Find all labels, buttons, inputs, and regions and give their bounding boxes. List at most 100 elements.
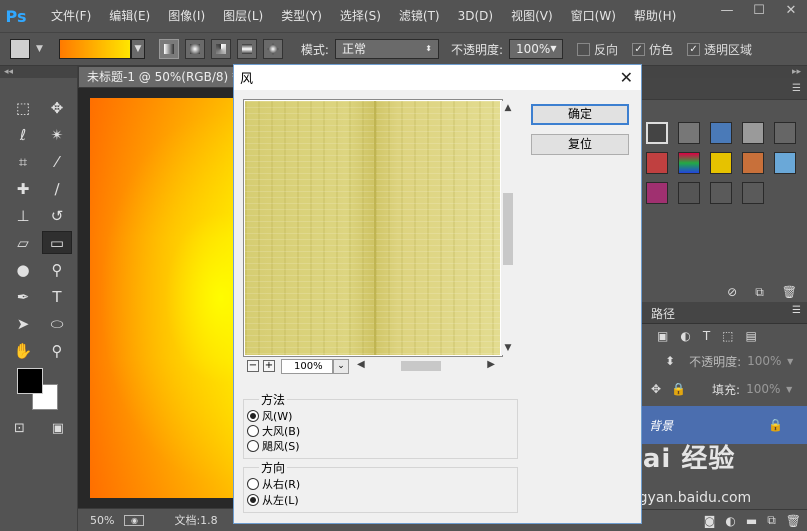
close-icon[interactable]: ✕ [620,68,633,87]
chevron-down-icon[interactable]: ⌄ [333,358,349,374]
chevron-left-icon[interactable]: ◀ [357,359,365,370]
transparency-checkbox[interactable]: ✓ [687,42,701,56]
angle-gradient-button[interactable] [210,39,231,59]
radio-from-right[interactable] [247,478,259,490]
layer-opacity-value[interactable]: 100% [747,354,787,368]
method-blast-option[interactable]: 大风(B) [247,423,300,439]
close-window-button[interactable]: ✕ [775,0,807,24]
path-selection-tool-icon[interactable]: ➤ [8,312,38,335]
brush-tool-icon[interactable]: ∕ [42,177,72,200]
status-info-icon[interactable]: ◉ [124,514,145,526]
style-swatch[interactable] [710,122,732,144]
type-tool-icon[interactable]: T [42,285,72,308]
lasso-tool-icon[interactable]: ℓ [8,123,38,146]
preview-zoom-value[interactable]: 100% [281,358,333,374]
gradient-tool-icon[interactable]: ▭ [42,231,72,254]
method-stagger-option[interactable]: 飓风(S) [247,438,300,454]
quick-mask-icon[interactable]: ⊡ [14,421,25,436]
radial-gradient-button[interactable] [184,39,205,59]
foreground-color-swatch[interactable] [17,368,43,394]
ok-button[interactable]: 确定 [531,104,629,125]
crop-tool-icon[interactable]: ⌗ [8,150,38,173]
radio-method-blast[interactable] [247,425,259,437]
menu-help[interactable]: 帮助(H) [625,0,685,32]
image-filter-icon[interactable]: ▣ [657,329,668,343]
style-swatch[interactable] [742,152,764,174]
fill-value[interactable]: 100% [746,382,786,396]
style-swatch[interactable] [742,182,764,204]
move-tool-icon[interactable]: ✥ [42,96,72,119]
panel-collapse-handle[interactable]: ▸▸ [641,66,807,78]
trash-icon[interactable]: 🗑 [782,285,797,299]
blur-tool-icon[interactable]: ● [8,258,38,281]
diamond-gradient-button[interactable] [262,39,283,59]
menu-select[interactable]: 选择(S) [331,0,390,32]
panel-menu-icon[interactable]: ☰ [792,83,801,94]
screen-mode-icon[interactable]: ▣ [52,421,64,436]
eyedropper-tool-icon[interactable]: ⁄ [42,150,72,173]
maximize-button[interactable]: ☐ [743,0,775,24]
panel-collapse-handle[interactable]: ◂◂ [0,66,77,78]
menu-layer[interactable]: 图层(L) [214,0,272,32]
zoom-in-button[interactable]: + [263,360,275,372]
history-brush-tool-icon[interactable]: ↺ [42,204,72,227]
shape-filter-icon[interactable]: ⬚ [722,329,733,343]
menu-3d[interactable]: 3D(D) [449,0,502,32]
style-swatch[interactable] [678,122,700,144]
dodge-tool-icon[interactable]: ⚲ [42,258,72,281]
clone-stamp-tool-icon[interactable]: ⊥ [8,204,38,227]
style-swatch[interactable] [710,152,732,174]
reset-button[interactable]: 复位 [531,134,629,155]
blend-mode-dropdown[interactable]: ⬍ [665,354,675,368]
lock-all-icon[interactable]: 🔒 [671,382,686,396]
menu-filter[interactable]: 滤镜(T) [390,0,449,32]
style-swatch[interactable] [774,122,796,144]
menu-edit[interactable]: 编辑(E) [100,0,159,32]
style-swatch[interactable] [774,152,796,174]
radio-method-wind[interactable] [247,410,259,422]
menu-type[interactable]: 类型(Y) [272,0,331,32]
menu-window[interactable]: 窗口(W) [562,0,625,32]
style-swatch[interactable] [646,122,668,144]
pen-tool-icon[interactable]: ✒ [8,285,38,308]
style-swatch[interactable] [678,152,700,174]
filter-preview[interactable]: ▲ ▼ [243,99,515,357]
hand-tool-icon[interactable]: ✋ [8,339,38,362]
status-zoom[interactable]: 50% [90,514,114,527]
style-swatch[interactable] [710,182,732,204]
tab-paths[interactable]: 路径 [651,305,675,322]
reflected-gradient-button[interactable] [236,39,257,59]
marquee-tool-icon[interactable]: ⬚ [8,96,38,119]
minimize-button[interactable]: — [711,0,743,24]
gradient-picker-dropdown[interactable]: ▼ [130,39,145,59]
menu-file[interactable]: 文件(F) [42,0,100,32]
hscroll-thumb[interactable] [401,361,441,371]
clear-style-icon[interactable]: ⊘ [727,285,737,299]
mode-select[interactable]: 正常 ⬍ [334,39,439,59]
new-style-icon[interactable]: ⧉ [755,285,764,300]
direction-from-right-option[interactable]: 从右(R) [247,476,300,492]
reverse-checkbox[interactable] [577,42,591,56]
zoom-out-button[interactable]: − [247,360,259,372]
document-tab[interactable]: 未标题-1 @ 50%(RGB/8) * [78,66,238,88]
lock-position-icon[interactable]: ✥ [651,382,661,396]
eraser-tool-icon[interactable]: ▱ [8,231,38,254]
document-canvas[interactable] [90,98,235,498]
panel-menu-icon[interactable]: ☰ [792,305,801,316]
radio-method-stagger[interactable] [247,440,259,452]
magic-wand-tool-icon[interactable]: ✴ [42,123,72,146]
dither-checkbox[interactable]: ✓ [632,42,646,56]
chevron-down-icon[interactable]: ▼ [501,343,515,353]
preview-hscrollbar[interactable]: ◀ ▶ [355,359,497,373]
opacity-input[interactable]: 100% ▼ [509,39,564,59]
radio-from-left[interactable] [247,494,259,506]
gradient-editor-swatch[interactable] [58,39,131,59]
ellipse-tool-icon[interactable]: ⬭ [42,312,72,335]
tool-preset-picker[interactable] [10,39,30,59]
chevron-up-icon[interactable]: ▲ [501,103,515,113]
chevron-down-icon[interactable]: ▼ [36,44,43,54]
zoom-tool-icon[interactable]: ⚲ [42,339,72,362]
preview-vscrollbar[interactable]: ▲ ▼ [501,101,515,355]
type-filter-icon[interactable]: T [703,329,710,343]
style-swatch[interactable] [646,152,668,174]
